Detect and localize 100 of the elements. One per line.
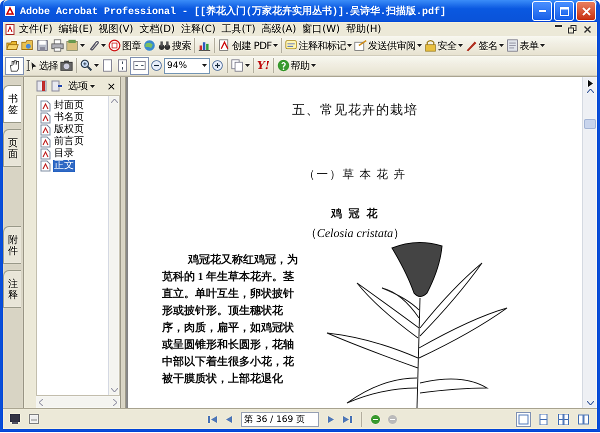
menu-item[interactable]: 文件(F) xyxy=(16,22,56,36)
minimize-icon xyxy=(555,24,562,26)
caret-icon xyxy=(272,44,278,47)
menu-item[interactable]: 文档(D) xyxy=(136,22,178,36)
side-tab[interactable]: 注释 xyxy=(3,270,21,308)
fit-page-button[interactable] xyxy=(115,56,130,74)
bookmark-icon xyxy=(40,160,51,172)
caret-icon xyxy=(540,44,545,47)
close-pane-button[interactable]: × xyxy=(106,80,116,92)
bookmark-item[interactable]: 版权页 xyxy=(53,124,85,136)
next-page-icon xyxy=(326,414,335,424)
padlock-icon xyxy=(424,39,437,52)
scroll-left-icon xyxy=(39,398,43,406)
next-page-button[interactable] xyxy=(325,414,336,424)
scroll-bar[interactable] xyxy=(582,77,597,408)
print-button[interactable] xyxy=(50,36,65,54)
section-heading: （一）草 本 花 卉 xyxy=(304,168,406,182)
plant-name: 鸡 冠 花 xyxy=(330,206,380,221)
facing-continuous-view-button[interactable] xyxy=(556,412,571,426)
fit-width-button[interactable] xyxy=(130,56,149,74)
help-button[interactable]: 帮助 xyxy=(276,56,317,74)
bookmark-icon xyxy=(40,148,51,160)
open-folder-icon xyxy=(6,39,19,52)
minimize-icon xyxy=(538,10,546,12)
menu-item[interactable]: 高级(A) xyxy=(258,22,300,36)
binoculars-button[interactable]: 搜索 xyxy=(157,36,192,54)
scroll-bar[interactable] xyxy=(36,396,120,408)
pen-icon xyxy=(464,39,478,52)
caret-icon xyxy=(458,44,463,47)
caret-icon xyxy=(498,44,504,47)
bookmark-item[interactable]: 目录 xyxy=(53,148,75,160)
caret-icon xyxy=(90,84,95,88)
comment-markup-button[interactable]: 注释和标记 xyxy=(284,36,354,54)
document-icon xyxy=(5,24,16,34)
form-button[interactable]: 表单 xyxy=(504,36,546,54)
close-button[interactable] xyxy=(576,1,596,21)
zoom-combo-box[interactable]: 94% xyxy=(164,58,210,74)
first-page-button[interactable] xyxy=(207,414,218,424)
close-icon xyxy=(583,24,592,34)
go-back-button[interactable] xyxy=(370,414,381,424)
bookmark-item[interactable]: 封面页 xyxy=(53,100,85,112)
scroll-down-icon xyxy=(586,401,594,405)
close-icon xyxy=(582,6,590,16)
help-icon xyxy=(276,59,290,72)
caret-icon xyxy=(202,64,206,67)
previous-page-button[interactable] xyxy=(224,414,235,424)
go-back-icon xyxy=(371,414,380,424)
body-paragraph: 鸡冠花又称红鸡冠，为 苋科的 1 年生草本花卉。茎 直立。单叶互生，卵状披针 形或披针形。顶生穗状花 序，肉质，扁平，如鸡冠状 或呈圆锥形和长圆形，花轴 中部以下着生很多小花，花 被干膜质状，上部花退化 xyxy=(162,252,299,387)
facing-continuous-icon xyxy=(558,414,569,424)
scroll-up-icon xyxy=(586,89,594,93)
side-tab[interactable]: 附件 xyxy=(3,226,21,264)
send-review-button[interactable]: 发送供审阅 xyxy=(353,36,423,54)
pen-button[interactable]: 签名 xyxy=(464,36,505,54)
scroll-thumb[interactable] xyxy=(584,119,596,130)
side-tab[interactable]: 页面 xyxy=(3,129,21,167)
caret-icon xyxy=(310,64,316,67)
menu-item[interactable]: 注释(C) xyxy=(178,22,219,36)
globe-icon xyxy=(143,39,156,52)
hand-button[interactable] xyxy=(5,56,24,74)
options-button[interactable]: 选项 xyxy=(67,79,96,93)
select-text-button[interactable]: 选择 xyxy=(24,56,59,74)
bookmark-item[interactable]: 前言页 xyxy=(53,136,85,148)
yahoo-toolbar-button[interactable]: Y! xyxy=(256,56,271,74)
pdf-icon xyxy=(4,5,16,17)
zoom-in-plus-icon xyxy=(211,59,224,72)
padlock-button[interactable]: 安全 xyxy=(422,36,464,54)
create-pdf-button[interactable]: 创建 PDF xyxy=(217,36,279,54)
page-number-field[interactable]: 第 36 / 169 页 xyxy=(241,412,319,426)
page-button[interactable] xyxy=(100,56,115,74)
facing-view-button[interactable] xyxy=(576,412,591,426)
create-pdf-icon xyxy=(218,39,231,52)
latin-name: （Celosia cristata） xyxy=(304,225,406,242)
stamp-icon xyxy=(108,39,121,52)
bookmark-item[interactable]: 正文 xyxy=(53,160,75,172)
menu-item[interactable]: 编辑(E) xyxy=(56,22,96,36)
folder-icon xyxy=(21,39,34,52)
menu-item[interactable]: 帮助(H) xyxy=(342,22,384,36)
bookmark-item[interactable]: 书名页 xyxy=(53,112,85,124)
triangle-right-icon xyxy=(588,80,592,87)
maximize-icon xyxy=(560,6,568,16)
first-page-icon xyxy=(208,414,217,424)
menu-item[interactable]: 视图(V) xyxy=(96,22,136,36)
stamp-button[interactable]: 图章 xyxy=(107,36,142,54)
camera-icon xyxy=(60,59,73,72)
pages-button[interactable] xyxy=(230,56,251,74)
last-page-button[interactable] xyxy=(342,414,353,424)
scroll-down-icon xyxy=(110,388,118,392)
single-page-icon xyxy=(518,414,529,424)
facing-icon xyxy=(578,414,589,424)
single-page-view-button[interactable] xyxy=(516,412,531,426)
print-icon xyxy=(51,39,64,52)
menu-item[interactable]: 窗口(W) xyxy=(299,22,343,36)
maximize-button[interactable] xyxy=(554,1,574,21)
scroll-bar[interactable] xyxy=(108,96,119,395)
paperclip-icon xyxy=(87,39,100,52)
minimize-button[interactable] xyxy=(532,1,552,21)
menu-item[interactable]: 工具(T) xyxy=(218,22,259,36)
bookmark-icon xyxy=(40,112,51,124)
side-tab[interactable]: 书签 xyxy=(3,85,21,123)
scroll-up-icon xyxy=(110,99,118,103)
